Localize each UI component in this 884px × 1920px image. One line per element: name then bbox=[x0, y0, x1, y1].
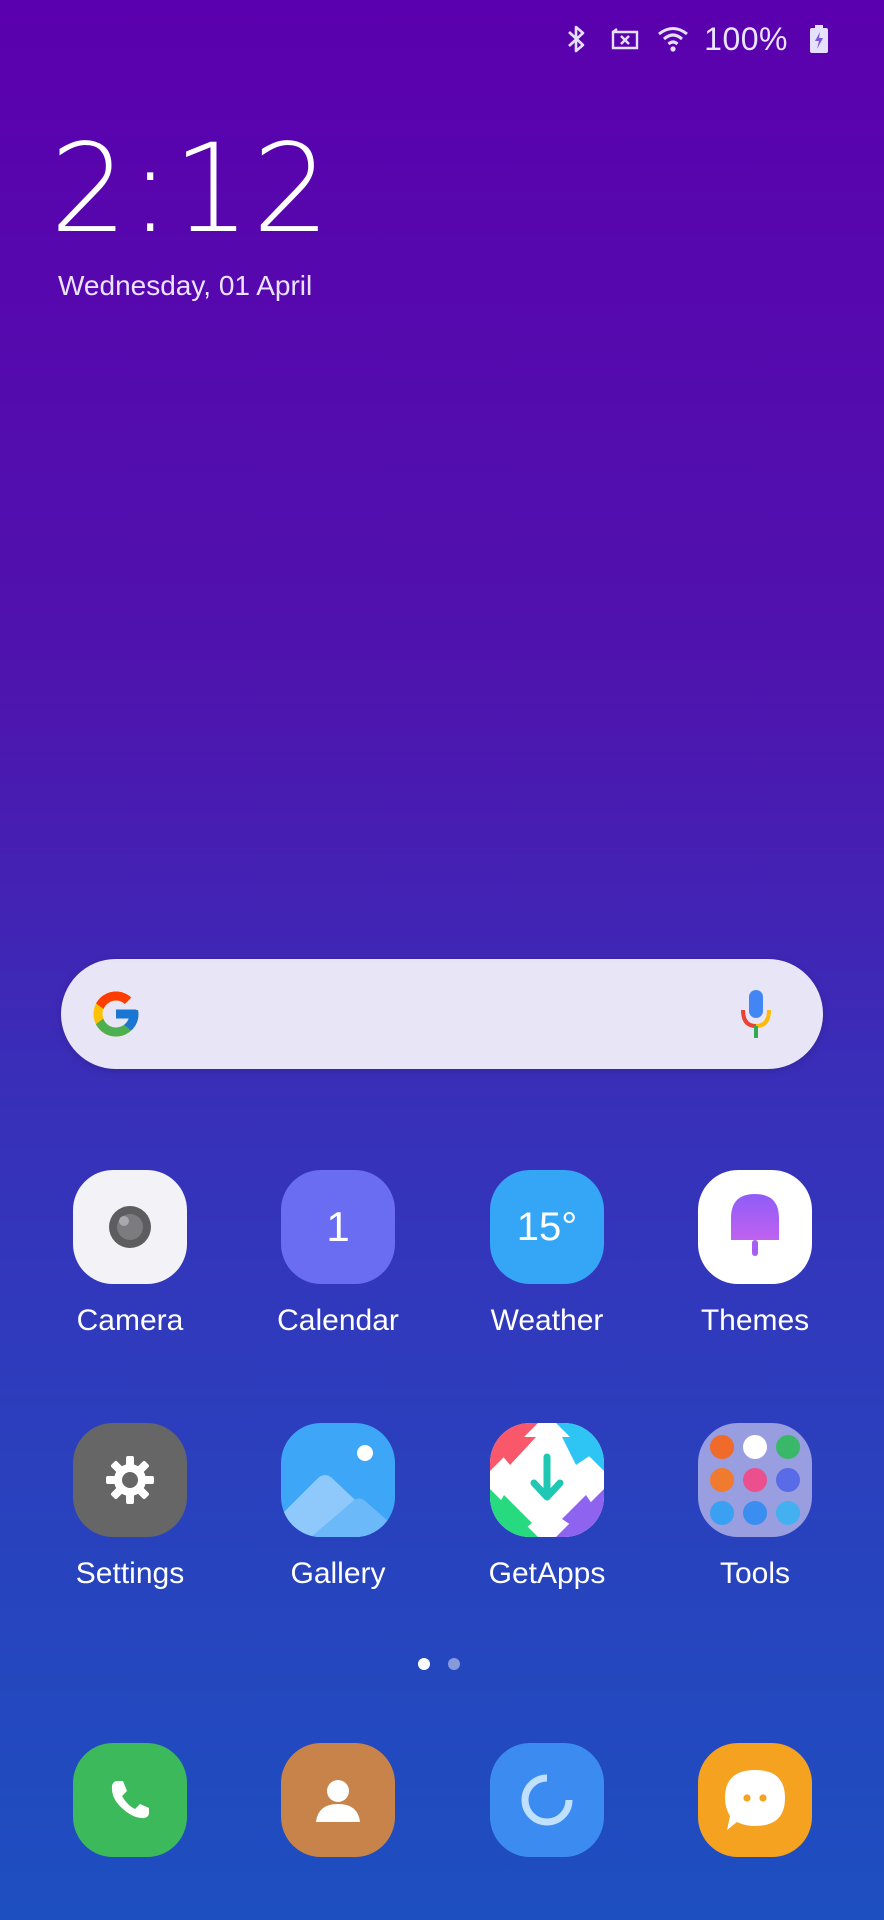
app-gallery[interactable]: Gallery bbox=[248, 1423, 428, 1591]
dock-phone[interactable] bbox=[40, 1743, 220, 1857]
status-bar: 100% bbox=[560, 18, 836, 60]
battery-percentage: 100% bbox=[704, 20, 788, 57]
browser-icon[interactable] bbox=[490, 1743, 604, 1857]
phone-icon[interactable] bbox=[73, 1743, 187, 1857]
weather-temperature: 15° bbox=[516, 1204, 578, 1249]
app-label: Calendar bbox=[277, 1304, 399, 1337]
contacts-icon[interactable] bbox=[281, 1743, 395, 1857]
microphone-icon[interactable] bbox=[737, 988, 775, 1040]
dock-contacts[interactable] bbox=[248, 1743, 428, 1857]
app-themes[interactable]: Themes bbox=[665, 1170, 845, 1338]
settings-gear-icon[interactable] bbox=[73, 1423, 187, 1537]
page-dot-2[interactable] bbox=[448, 1658, 460, 1670]
google-logo-icon bbox=[93, 991, 139, 1037]
app-calendar[interactable]: 1 Calendar bbox=[248, 1170, 428, 1338]
battery-icon bbox=[802, 22, 836, 56]
clock-date[interactable]: Wednesday, 01 April bbox=[58, 270, 312, 302]
bluetooth-icon bbox=[560, 22, 594, 56]
app-label: Weather bbox=[490, 1304, 604, 1337]
wifi-icon bbox=[656, 22, 690, 56]
app-label: Tools bbox=[719, 1557, 791, 1590]
app-label: Camera bbox=[76, 1304, 184, 1337]
app-tools-folder[interactable]: Tools bbox=[665, 1423, 845, 1591]
page-indicator bbox=[418, 1658, 460, 1670]
themes-icon[interactable] bbox=[698, 1170, 812, 1284]
dock-messages[interactable] bbox=[665, 1743, 845, 1857]
camera-icon[interactable] bbox=[73, 1170, 187, 1284]
app-label: Themes bbox=[700, 1304, 810, 1337]
page-dot-1[interactable] bbox=[418, 1658, 430, 1670]
no-sim-icon bbox=[608, 22, 642, 56]
google-search-bar[interactable] bbox=[61, 959, 823, 1069]
calendar-icon[interactable]: 1 bbox=[281, 1170, 395, 1284]
clock-time[interactable]: 2:12 bbox=[50, 128, 332, 250]
app-getapps[interactable]: GetApps bbox=[457, 1423, 637, 1591]
calendar-day-number: 1 bbox=[326, 1203, 350, 1250]
getapps-icon[interactable] bbox=[490, 1423, 604, 1537]
dock-browser[interactable] bbox=[457, 1743, 637, 1857]
app-label: Settings bbox=[75, 1557, 185, 1590]
app-weather[interactable]: 15° Weather bbox=[457, 1170, 637, 1338]
app-camera[interactable]: Camera bbox=[40, 1170, 220, 1338]
app-label: GetApps bbox=[488, 1557, 606, 1590]
gallery-icon[interactable] bbox=[281, 1423, 395, 1537]
app-label: Gallery bbox=[290, 1557, 386, 1590]
tools-folder-icon[interactable] bbox=[698, 1423, 812, 1537]
weather-icon[interactable]: 15° bbox=[490, 1170, 604, 1284]
messages-icon[interactable] bbox=[698, 1743, 812, 1857]
app-settings[interactable]: Settings bbox=[40, 1423, 220, 1591]
